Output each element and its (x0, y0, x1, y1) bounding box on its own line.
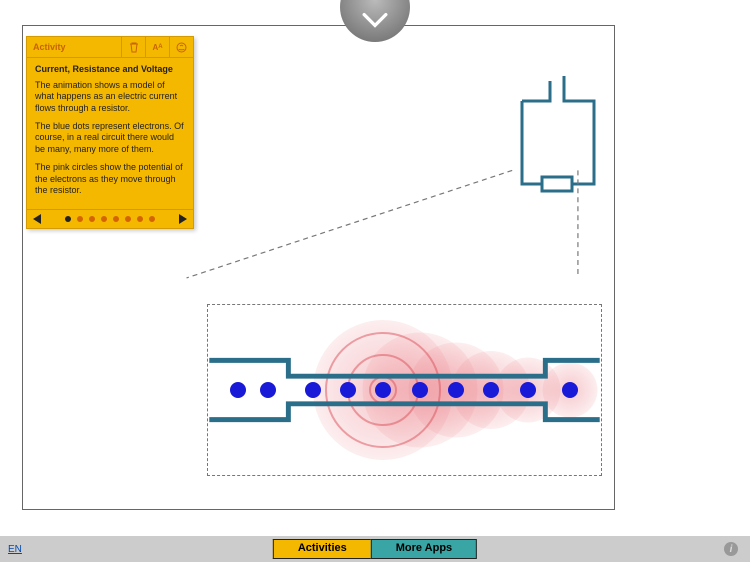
electron (562, 382, 578, 398)
electron (412, 382, 428, 398)
more-apps-button[interactable]: More Apps (371, 539, 477, 559)
page-dot[interactable] (137, 216, 143, 222)
electron (483, 382, 499, 398)
card-pager (27, 209, 193, 228)
info-icon[interactable]: i (724, 542, 738, 556)
electron (305, 382, 321, 398)
page-dot[interactable] (65, 216, 71, 222)
magnified-resistor-view (207, 304, 602, 476)
electron (230, 382, 246, 398)
electron (340, 382, 356, 398)
text-size-icon[interactable]: AA (145, 37, 169, 57)
page-dot[interactable] (77, 216, 83, 222)
delete-icon[interactable] (121, 37, 145, 57)
bottom-buttons: Activities More Apps (273, 539, 477, 559)
page-dot[interactable] (149, 216, 155, 222)
language-toggle[interactable]: EN (8, 544, 22, 555)
electron (375, 382, 391, 398)
card-paragraph: The pink circles show the potential of t… (35, 162, 185, 197)
page-dots (65, 216, 155, 222)
electron (448, 382, 464, 398)
page-dot[interactable] (101, 216, 107, 222)
page-dot[interactable] (125, 216, 131, 222)
prev-page-button[interactable] (33, 214, 41, 224)
next-page-button[interactable] (179, 214, 187, 224)
activity-card: Activity AA Current, Resistance and Volt… (26, 36, 194, 229)
card-title: Current, Resistance and Voltage (35, 64, 185, 76)
card-header: Activity AA (27, 37, 193, 58)
page-dot[interactable] (89, 216, 95, 222)
electron (260, 382, 276, 398)
card-header-label: Activity (27, 38, 121, 56)
card-paragraph: The animation shows a model of what happ… (35, 80, 185, 115)
bottom-toolbar: EN Activities More Apps i (0, 536, 750, 562)
page-dot[interactable] (113, 216, 119, 222)
card-paragraph: The blue dots represent electrons. Of co… (35, 121, 185, 156)
chevron-down-icon (362, 12, 388, 28)
electron (520, 382, 536, 398)
card-body: Current, Resistance and Voltage The anim… (27, 58, 193, 209)
speak-icon[interactable] (169, 37, 193, 57)
circuit-schematic (512, 76, 602, 206)
activities-button[interactable]: Activities (273, 539, 371, 559)
